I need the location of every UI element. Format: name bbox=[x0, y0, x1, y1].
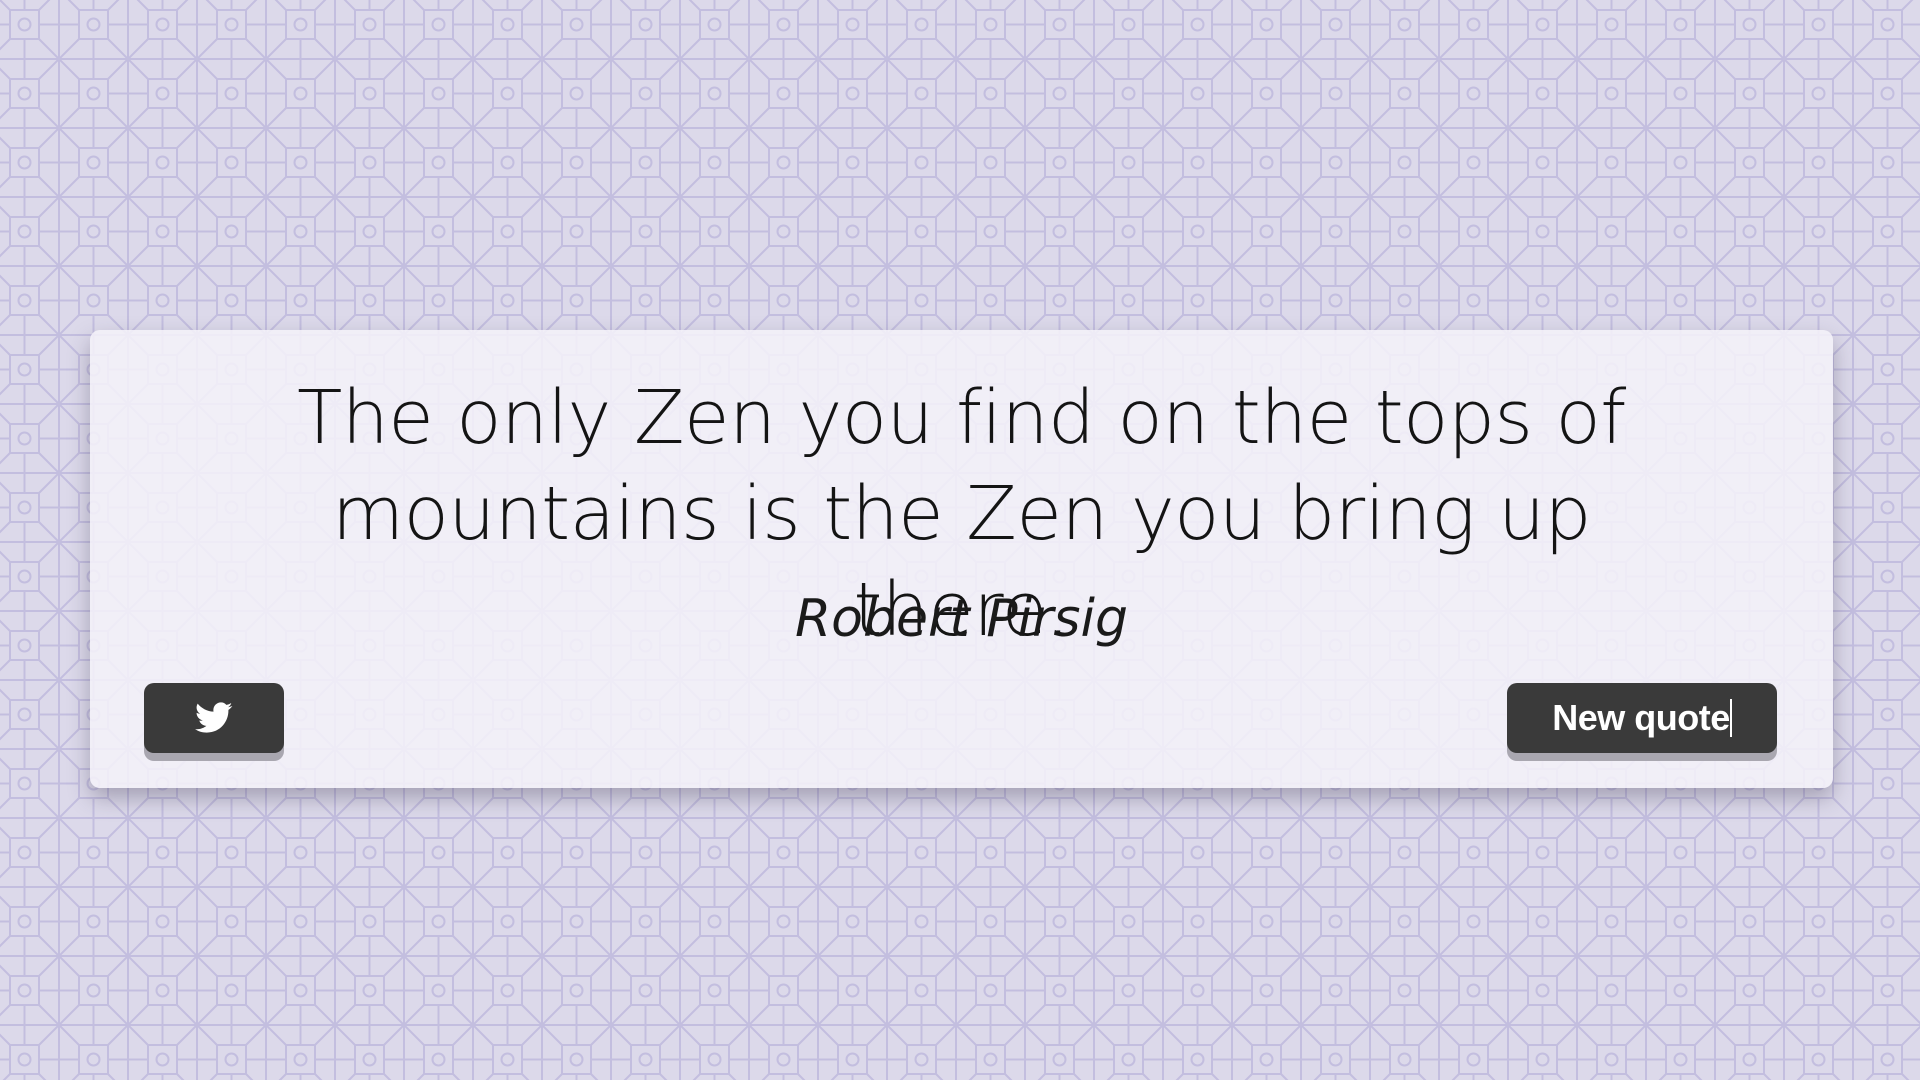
text-cursor bbox=[1729, 699, 1732, 737]
tweet-button[interactable] bbox=[144, 683, 284, 753]
twitter-bird-icon bbox=[195, 702, 233, 733]
quote-card: The only Zen you find on the tops of mou… bbox=[90, 330, 1833, 788]
new-quote-label: New quote bbox=[1552, 697, 1730, 738]
new-quote-button[interactable]: New quote bbox=[1507, 683, 1777, 753]
quote-author: Robert Pirsig bbox=[795, 589, 1128, 649]
